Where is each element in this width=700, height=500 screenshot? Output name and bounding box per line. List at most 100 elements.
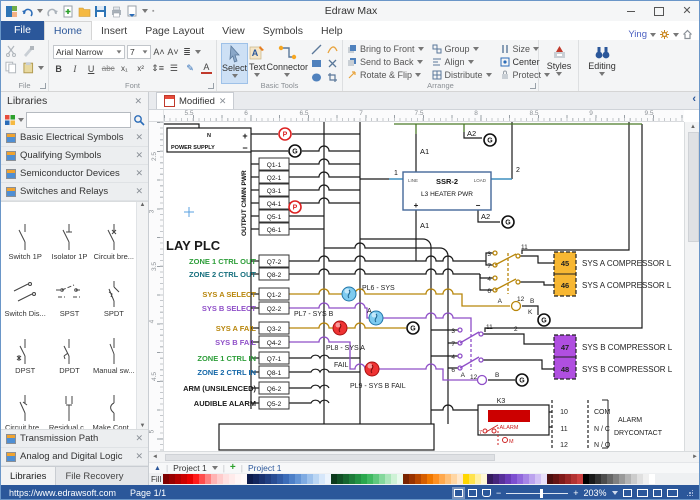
print-button[interactable] xyxy=(110,5,123,18)
symbol-dpst[interactable]: DPST xyxy=(3,318,47,375)
symbol-manual-switch[interactable]: Manual sw... xyxy=(92,318,136,375)
scroll-up-icon[interactable]: ▲ xyxy=(140,202,146,208)
tab-home[interactable]: Home xyxy=(44,21,92,40)
file-dialog-launcher[interactable] xyxy=(40,83,46,89)
zoom-dropdown[interactable] xyxy=(612,491,618,495)
minimize-button[interactable] xyxy=(617,1,645,21)
ssr-2-box[interactable]: LINE SSR-2 LOAD L3 HEATER PWR + − xyxy=(403,172,491,210)
arrange-dialog-launcher[interactable] xyxy=(530,83,536,89)
scroll-right-icon[interactable]: ► xyxy=(689,454,700,460)
library-item-analog-digital[interactable]: Analog and Digital Logic✕ xyxy=(1,448,148,466)
sidebar-tab-libraries[interactable]: Libraries xyxy=(1,467,56,485)
symbol-circuit-breaker[interactable]: Circuit bre... xyxy=(92,204,136,261)
symbol-circuit-breaker-2[interactable]: Circuit bre... xyxy=(3,375,47,430)
qat-customize-icon[interactable]: ▪ xyxy=(152,8,154,15)
line-spacing-button[interactable]: ⇕≡ xyxy=(151,63,163,74)
superscript-button[interactable]: x² xyxy=(135,64,146,73)
horizontal-scrollbar[interactable]: ◄ ► xyxy=(149,451,700,462)
tab-symbols[interactable]: Symbols xyxy=(254,22,312,40)
copy-icon[interactable] xyxy=(5,61,18,74)
distribute-button[interactable]: Distribute xyxy=(432,69,492,80)
q-lower-terminals[interactable]: Q7-2 Q8-2 Q1-2 Q2-2 Q3-2 Q4-2 Q7-1 Q8-1 … xyxy=(259,255,289,409)
export-button[interactable] xyxy=(126,5,139,18)
library-close-icon[interactable]: ✕ xyxy=(135,433,143,444)
symbol-spdt[interactable]: SPDT xyxy=(92,261,136,318)
app-logo-icon[interactable] xyxy=(5,5,18,18)
highlight-button[interactable]: ✎ xyxy=(185,63,196,74)
sidebar-tab-file-recovery[interactable]: File Recovery xyxy=(56,467,132,485)
italic-button[interactable]: I xyxy=(69,64,80,74)
strikethrough-button[interactable]: abc xyxy=(102,64,114,73)
account-name[interactable]: Ying xyxy=(628,29,647,40)
select-tool-button[interactable]: Select xyxy=(221,43,248,84)
library-close-icon[interactable]: ✕ xyxy=(135,132,143,143)
gear-icon[interactable] xyxy=(659,29,670,40)
dry-contact-strip[interactable]: 10 COM 11 N / C 12 N / O ALARM DRYCONTAC… xyxy=(552,400,663,449)
qat-more-dropdown[interactable] xyxy=(142,9,148,13)
cut-icon[interactable] xyxy=(5,45,18,57)
wiring-diagram[interactable]: N POWER SUPPLY + − LAY PLC OUTPUT CMMN P… xyxy=(164,122,684,451)
styles-button[interactable]: Styles xyxy=(543,43,575,84)
page-tab-project-1[interactable]: Project 1 xyxy=(248,463,282,473)
page-view-icon[interactable] xyxy=(468,489,477,497)
status-url[interactable]: https://www.edrawsoft.com xyxy=(9,488,116,498)
symbol-switch-1p[interactable]: Switch 1P xyxy=(3,204,47,261)
document-tab-modified[interactable]: Modified ✕ xyxy=(156,92,234,109)
symbol-switch-disconnector[interactable]: Switch Dis... xyxy=(3,261,47,318)
tab-help[interactable]: Help xyxy=(312,22,352,40)
library-close-icon[interactable]: ✕ xyxy=(135,168,143,179)
editing-button[interactable]: Editing xyxy=(583,43,621,84)
libraries-close-icon[interactable]: ✕ xyxy=(134,96,142,107)
palette-swatch[interactable] xyxy=(649,474,655,484)
redo-button[interactable] xyxy=(46,5,59,18)
scroll-up-icon[interactable]: ▲ xyxy=(690,122,696,132)
rotate-flip-button[interactable]: Rotate & Flip xyxy=(347,69,424,80)
library-picker-icon[interactable] xyxy=(4,114,16,126)
page-selector[interactable]: Project 1 xyxy=(173,463,207,473)
group-button[interactable]: Group xyxy=(432,44,492,55)
grid-icon[interactable] xyxy=(667,489,678,497)
horizontal-scroll-thumb[interactable] xyxy=(165,454,495,461)
zoom-slider-thumb[interactable] xyxy=(540,489,543,498)
search-icon[interactable] xyxy=(133,114,145,126)
collapse-pages-icon[interactable]: ▲ xyxy=(154,465,161,472)
account-dropdown[interactable] xyxy=(650,33,656,37)
zoom-in-button[interactable]: + xyxy=(573,488,578,498)
text-align-button[interactable]: ≣ xyxy=(181,47,193,58)
library-picker-dropdown[interactable] xyxy=(18,118,24,122)
zoom-percentage[interactable]: 203% xyxy=(583,488,606,498)
plc-label[interactable]: LAY PLC xyxy=(166,238,221,253)
library-item-basic-electrical[interactable]: Basic Electrical Symbols✕ xyxy=(1,129,148,147)
font-dialog-launcher[interactable] xyxy=(208,83,214,89)
bring-to-front-button[interactable]: Bring to Front xyxy=(347,44,424,55)
symbol-residual-current[interactable]: Residual c... xyxy=(47,375,91,430)
bold-button[interactable]: B xyxy=(53,64,64,74)
collapse-panel-icon[interactable]: ‹ xyxy=(692,94,696,105)
align-button[interactable]: Align xyxy=(432,57,492,68)
library-close-icon[interactable]: ✕ xyxy=(135,451,143,462)
erase-tool-icon[interactable] xyxy=(327,58,338,69)
sys-a-compressor-block[interactable]: 45 46 SYS A COMPRESSOR L SYS A COMPRESSO… xyxy=(554,252,672,296)
library-close-icon[interactable]: ✕ xyxy=(135,150,143,161)
tab-file[interactable]: File xyxy=(1,21,44,40)
page-selector-dropdown[interactable] xyxy=(212,466,218,470)
close-button[interactable]: ✕ xyxy=(673,1,700,21)
search-input[interactable] xyxy=(26,112,131,128)
new-document-button[interactable] xyxy=(62,5,75,18)
shrink-font-button[interactable]: A˅ xyxy=(167,47,179,57)
fit-page-icon[interactable] xyxy=(637,489,648,497)
paste-dropdown[interactable] xyxy=(38,66,44,70)
library-item-switches-relays[interactable]: Switches and Relays✕ xyxy=(1,183,148,201)
send-to-back-button[interactable]: Send to Back xyxy=(347,57,424,68)
curve-tool-icon[interactable] xyxy=(327,44,338,55)
document-tab-close-icon[interactable]: ✕ xyxy=(219,96,227,107)
scroll-down-icon[interactable]: ▼ xyxy=(140,423,146,429)
home-icon[interactable] xyxy=(682,29,693,40)
tab-view[interactable]: View xyxy=(213,22,254,40)
font-family-select[interactable]: Arial Narrow xyxy=(53,45,125,59)
library-close-icon[interactable]: ✕ xyxy=(135,186,143,197)
zone-labels[interactable]: ZONE 1 CTRL OUT ZONE 2 CTRL OUT SYS A SE… xyxy=(183,257,256,408)
horizontal-ruler[interactable]: 5.5 6 6.5 7 7.5 8 8.5 9 9.5 xyxy=(164,110,684,122)
normal-view-icon[interactable] xyxy=(454,489,463,497)
open-folder-button[interactable] xyxy=(78,5,91,18)
